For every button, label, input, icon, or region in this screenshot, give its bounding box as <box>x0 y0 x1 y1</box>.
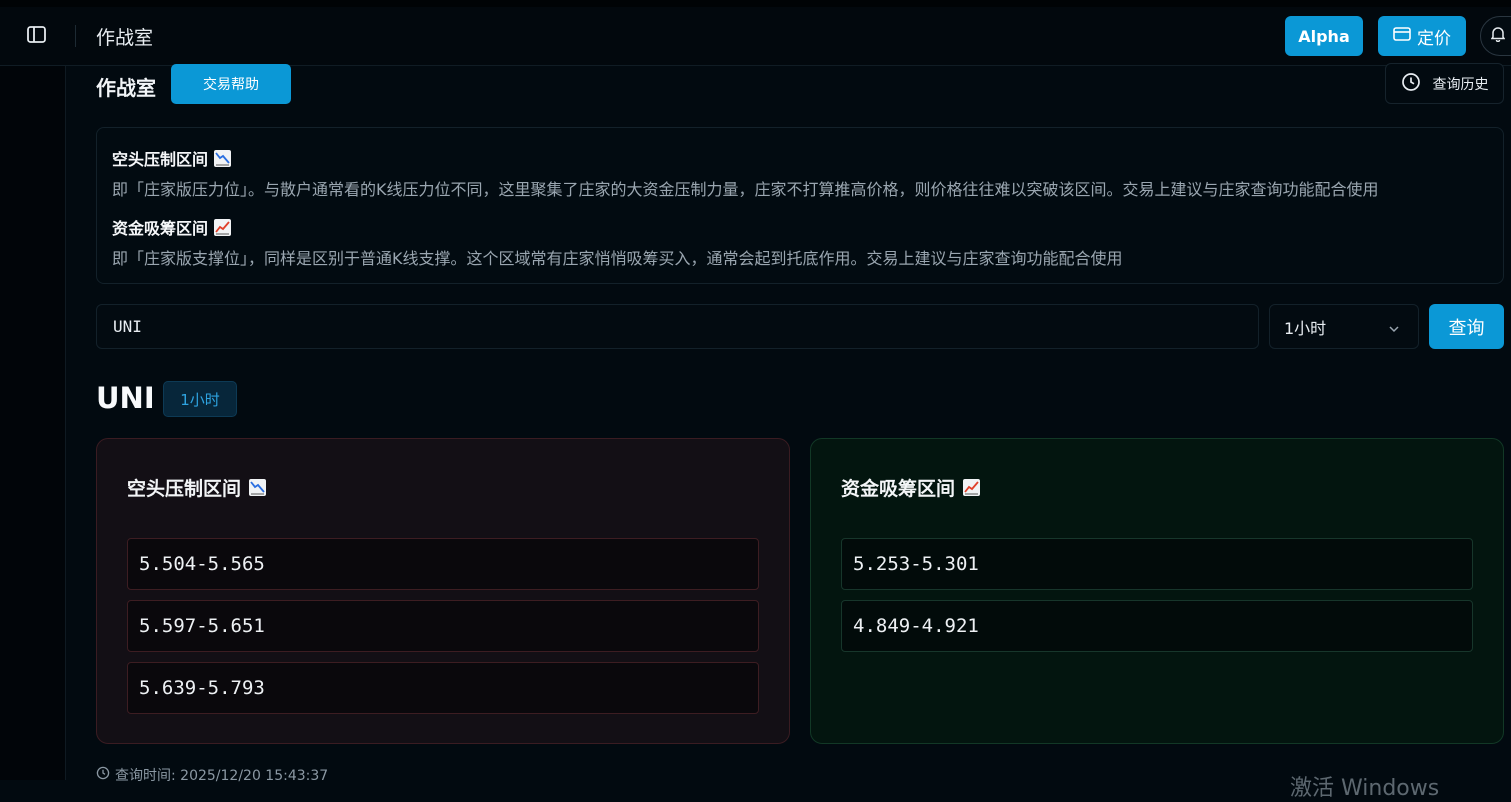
timeframe-value: 1小时 <box>1284 318 1327 338</box>
app-title: 作战室 <box>96 27 154 49</box>
query-button[interactable]: 查询 <box>1429 304 1504 349</box>
query-history-button[interactable]: 查询历史 <box>1385 63 1504 104</box>
history-label: 查询历史 <box>1432 76 1489 93</box>
sidebar-toggle-icon[interactable] <box>26 25 48 45</box>
activate-windows-watermark: 激活 Windows <box>1290 776 1440 801</box>
resist-range-item: 5.597-5.651 <box>127 600 759 652</box>
topbar-divider <box>75 25 76 47</box>
resist-card-title: 空头压制区间 <box>127 474 267 501</box>
sidebar-collapsed <box>0 66 66 780</box>
credit-card-icon <box>1393 26 1411 46</box>
support-range-item: 4.849-4.921 <box>841 600 1473 652</box>
chart-decreasing-icon <box>214 149 232 167</box>
resist-zone-card: 空头压制区间 5.504-5.565 5.597-5.651 5.639-5.7… <box>96 438 790 744</box>
clock-icon <box>1401 72 1421 96</box>
resist-range-item: 5.639-5.793 <box>127 662 759 714</box>
clock-icon <box>96 766 110 784</box>
pricing-label: 定价 <box>1417 28 1451 49</box>
trade-help-button[interactable]: 交易帮助 <box>171 64 291 104</box>
bell-icon <box>1490 26 1506 46</box>
resist-range-item: 5.504-5.565 <box>127 538 759 590</box>
chart-decreasing-icon <box>249 479 267 496</box>
info-panel: 空头压制区间 即「庄家版压力位」。与散户通常看的K线压力位不同，这里聚集了庄家的… <box>96 127 1504 284</box>
top-strip <box>0 0 1511 7</box>
alpha-button[interactable]: Alpha <box>1285 16 1363 56</box>
notifications-button[interactable] <box>1480 16 1511 56</box>
chevron-down-icon <box>1388 320 1400 339</box>
resist-info-desc: 即「庄家版压力位」。与散户通常看的K线压力位不同，这里聚集了庄家的大资金压制力量… <box>112 180 1379 199</box>
support-zone-card: 资金吸筹区间 5.253-5.301 4.849-4.921 <box>810 438 1504 744</box>
top-bar: 作战室 Alpha 定价 <box>0 0 1511 66</box>
support-info-desc: 即「庄家版支撑位」，同样是区别于普通K线支撑。这个区域常有庄家悄悄吸筹买入，通常… <box>112 249 1123 268</box>
support-card-title: 资金吸筹区间 <box>841 474 981 501</box>
query-time: 查询时间: 2025/12/20 15:43:37 <box>96 765 328 785</box>
pricing-button[interactable]: 定价 <box>1378 16 1466 56</box>
page-title: 作战室 <box>96 76 156 100</box>
chart-increasing-icon <box>214 218 232 236</box>
timeframe-badge: 1小时 <box>163 381 237 417</box>
chart-increasing-icon <box>963 479 981 496</box>
support-range-item: 5.253-5.301 <box>841 538 1473 590</box>
symbol-search-input[interactable] <box>96 304 1259 349</box>
result-symbol: UNI <box>96 381 155 415</box>
support-info-title: 资金吸筹区间 <box>112 215 232 239</box>
timeframe-select[interactable]: 1小时 <box>1269 304 1419 349</box>
resist-info-title: 空头压制区间 <box>112 146 232 170</box>
